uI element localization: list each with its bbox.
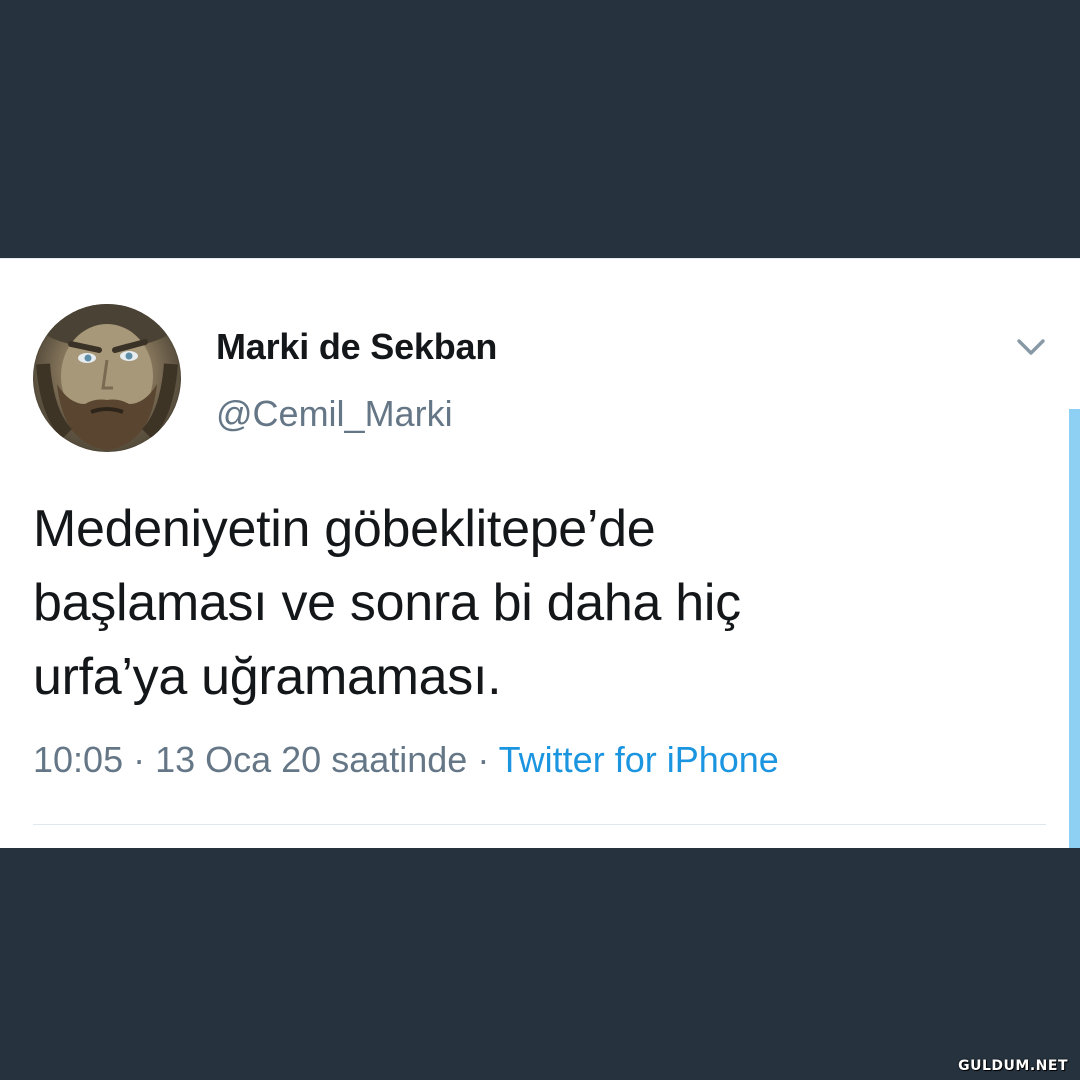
avatar[interactable] [33,304,181,452]
tweet-meta: 10:05 · 13 Oca 20 saatinde · Twitter for… [33,739,779,781]
tweet-source-link[interactable]: Twitter for iPhone [499,739,779,780]
tweet-text-line: urfa’ya uğramaması. [33,648,502,706]
meta-separator: · [467,739,499,780]
user-handle[interactable]: @Cemil_Marki [216,393,453,435]
top-background-band [0,0,1080,258]
bottom-background-band: GULDUM.NET [0,848,1080,1080]
tweet-card: Marki de Sekban @Cemil_Marki Medeniyetin… [0,258,1080,849]
watermark: GULDUM.NET [958,1058,1068,1074]
tweet-text-line: Medeniyetin göbeklitepe’de [33,500,656,558]
meta-separator: · [123,739,156,780]
profile-photo-icon [36,304,178,450]
scrollbar-thumb[interactable] [1069,409,1080,849]
display-name[interactable]: Marki de Sekban [216,326,497,368]
divider [33,824,1046,825]
tweet-time[interactable]: 10:05 [33,739,123,780]
tweet-date[interactable]: 13 Oca 20 saatinde [155,739,467,780]
chevron-down-icon[interactable] [1013,332,1049,362]
tweet-text-line: başlaması ve sonra bi daha hiç [33,574,741,632]
tweet-text: Medeniyetin göbeklitepe’de başlaması ve s… [33,492,1013,714]
